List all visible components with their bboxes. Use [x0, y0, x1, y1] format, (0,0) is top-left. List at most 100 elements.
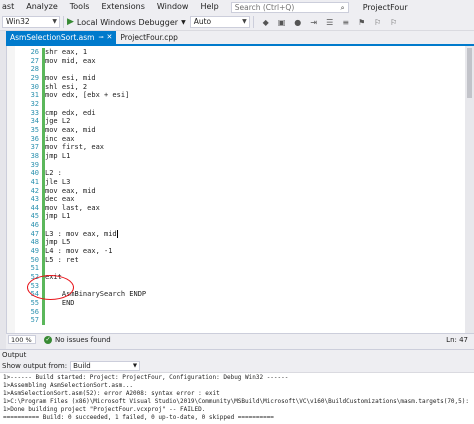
line-number: 49: [30, 247, 39, 256]
change-marker: [42, 134, 45, 144]
menu-item-build[interactable]: ast: [0, 0, 20, 14]
code-line[interactable]: 57: [31, 316, 465, 325]
code-line[interactable]: 28: [31, 65, 465, 74]
code-line[interactable]: 54 AsmBinarySearch ENDP: [31, 290, 465, 300]
code-line[interactable]: 52 exit: [31, 273, 465, 282]
vertical-scrollbar[interactable]: [465, 46, 474, 333]
breakpoint-icon[interactable]: ●: [291, 16, 305, 28]
scrollbar-thumb[interactable]: [467, 48, 472, 98]
bookmark-next-icon[interactable]: ⚐: [387, 16, 401, 28]
tab-bar: AsmSelectionSort.asm ⊸ ✕ ProjectFour.cpp: [6, 31, 474, 44]
change-marker: [42, 169, 45, 178]
bookmark-icon[interactable]: ⚑: [355, 16, 369, 28]
config-dropdown[interactable]: Auto ▼: [189, 16, 250, 28]
code-line[interactable]: 38 jmp L1: [31, 151, 465, 161]
change-marker: [42, 316, 45, 325]
change-marker: [42, 203, 45, 213]
output-toolbar: Show output from: Build ▼: [0, 360, 474, 373]
code-line[interactable]: 42 mov eax, mid: [31, 186, 465, 196]
pin-icon[interactable]: ⊸: [98, 31, 103, 44]
annotation-circle-exit: [27, 275, 74, 300]
change-marker: [42, 212, 45, 222]
code-line[interactable]: 33 cmp edx, edi: [31, 108, 465, 118]
code-line[interactable]: 30 shl esi, 2: [31, 82, 465, 92]
zoom-dropdown[interactable]: 100 %: [8, 335, 36, 344]
code-editor[interactable]: 26 shr eax, 1 27 mov mid, eax 28 29 mov esi, m…: [6, 46, 465, 333]
output-text[interactable]: 1>------ Build started: Project: Project…: [0, 373, 474, 424]
code-text: mov last, eax: [45, 203, 100, 212]
menu-item-window[interactable]: Window: [151, 0, 195, 14]
cursor-position: Ln: 47: [446, 335, 468, 344]
menu-item-extensions[interactable]: Extensions: [95, 0, 150, 14]
line-number: 29: [30, 73, 39, 82]
line-number: 40: [30, 169, 39, 178]
start-debugging-button[interactable]: ▶ Local Windows Debugger ▼: [67, 17, 186, 27]
code-line[interactable]: 55 END: [31, 299, 465, 308]
search-icon: ⌕: [340, 2, 345, 12]
code-text: mov eax, mid: [45, 125, 96, 134]
code-line[interactable]: 48 jmp L5: [31, 238, 465, 248]
menu-item-analyze[interactable]: Analyze: [20, 0, 64, 14]
code-line[interactable]: 44 mov last, eax: [31, 203, 465, 213]
code-line[interactable]: 43 dec eax: [31, 195, 465, 204]
code-line[interactable]: 32: [31, 99, 465, 109]
code-line[interactable]: 37 mov first, eax: [31, 143, 465, 152]
line-number: 33: [30, 108, 39, 117]
line-number: 30: [30, 82, 39, 91]
line-number: 55: [30, 299, 39, 308]
bookmark-prev-icon[interactable]: ⚐: [371, 16, 385, 28]
step-icon[interactable]: ⇥: [307, 16, 321, 28]
code-text: L5 : ret: [45, 255, 79, 264]
code-line[interactable]: 49 L4 : mov eax, -1: [31, 247, 465, 256]
code-text: shl esi, 2: [45, 82, 88, 91]
code-line[interactable]: 41 jle L3: [31, 177, 465, 187]
code-line[interactable]: 40 L2 :: [31, 169, 465, 178]
code-text: L3 : mov eax, mid: [45, 229, 117, 238]
camera-icon[interactable]: ▣: [275, 16, 289, 28]
line-number: 31: [30, 91, 39, 100]
debugger-label: Local Windows Debugger: [76, 17, 179, 27]
code-line[interactable]: 50 L5 : ret: [31, 255, 465, 265]
line-number: 43: [30, 195, 39, 204]
code-line[interactable]: 51: [31, 264, 465, 274]
line-number: 38: [30, 151, 39, 160]
code-line[interactable]: 35 mov eax, mid: [31, 125, 465, 135]
code-line[interactable]: 47 L3 : mov eax, mid: [31, 229, 465, 239]
change-marker: [42, 247, 45, 256]
code-line[interactable]: 34 jge L2: [31, 117, 465, 126]
line-number: 39: [30, 160, 39, 169]
issues-status[interactable]: No issues found: [55, 336, 111, 344]
code-line[interactable]: 31 mov edx, [ebx + esi]: [31, 91, 465, 100]
platform-dropdown[interactable]: Win32 ▼: [2, 16, 60, 28]
tab-asmselectionsort[interactable]: AsmSelectionSort.asm ⊸ ✕: [6, 31, 117, 44]
code-line[interactable]: 53: [31, 281, 465, 291]
fire-icon[interactable]: ◆: [259, 16, 273, 28]
code-line[interactable]: 29 mov esi, mid: [31, 73, 465, 83]
comment-icon[interactable]: ≡: [339, 16, 353, 28]
code-line[interactable]: 45 jmp L1: [31, 212, 465, 222]
search-placeholder: Search (Ctrl+Q): [234, 2, 295, 12]
close-icon[interactable]: ✕: [107, 31, 113, 44]
code-line[interactable]: 46: [31, 221, 465, 230]
code-line[interactable]: 36 inc eax: [31, 134, 465, 144]
chevron-down-icon: ▼: [242, 18, 247, 25]
code-text: L4 : mov eax, -1: [45, 247, 113, 256]
change-marker: [42, 160, 45, 170]
code-line[interactable]: 26 shr eax, 1: [31, 48, 465, 57]
search-input[interactable]: Search (Ctrl+Q) ⌕: [230, 1, 349, 13]
menu-item-help[interactable]: Help: [194, 0, 224, 14]
code-text: mov first, eax: [45, 143, 105, 152]
format-icon[interactable]: ☰: [323, 16, 337, 28]
output-source-dropdown[interactable]: Build ▼: [70, 361, 141, 371]
menu-item-tools[interactable]: Tools: [64, 0, 96, 14]
code-line[interactable]: 39: [31, 160, 465, 170]
code-line[interactable]: 27 mov mid, eax: [31, 56, 465, 66]
change-marker: [42, 264, 45, 274]
code-area[interactable]: 26 shr eax, 1 27 mov mid, eax 28 29 mov esi, m…: [31, 48, 465, 325]
code-text: jle L3: [45, 177, 71, 186]
toolbar-separator: [63, 16, 64, 28]
toolbar: Win32 ▼ ▶ Local Windows Debugger ▼ Auto …: [0, 14, 474, 31]
code-line[interactable]: 56: [31, 307, 465, 317]
line-number: 46: [30, 221, 39, 230]
tab-projectfour-cpp[interactable]: ProjectFour.cpp: [116, 31, 181, 44]
